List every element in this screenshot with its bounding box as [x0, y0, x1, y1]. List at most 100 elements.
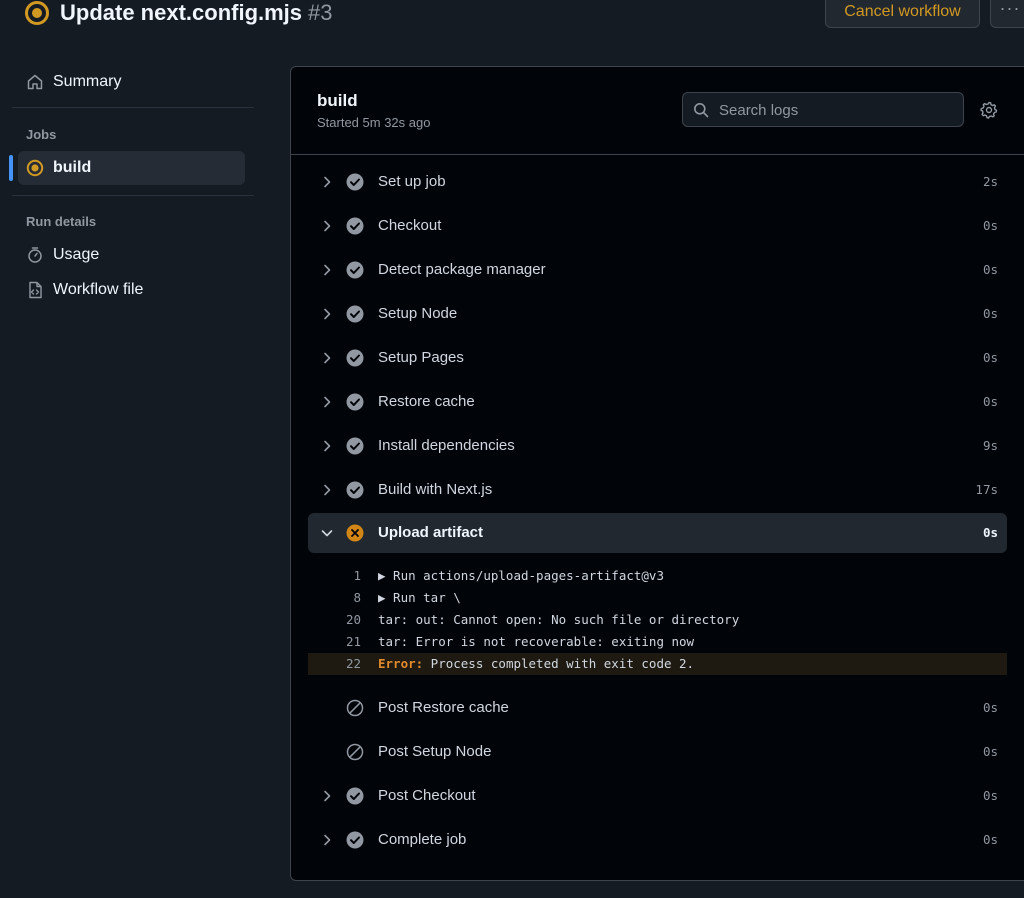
check-circle-icon	[346, 481, 364, 499]
check-circle-icon	[346, 831, 364, 849]
sidebar-divider	[12, 195, 254, 196]
log-line-text: ▶ Run actions/upload-pages-artifact@v3	[378, 568, 664, 583]
sidebar-item-summary[interactable]: Summary	[18, 65, 245, 99]
step-set-up-job[interactable]: Set up job 2s	[308, 162, 1007, 202]
step-label: Checkout	[378, 217, 442, 234]
sidebar-item-label: Workflow file	[53, 281, 144, 298]
step-duration: 0s	[982, 218, 998, 233]
in-progress-icon	[25, 1, 49, 25]
sidebar-item-label: Usage	[53, 246, 100, 263]
check-circle-icon	[346, 173, 364, 191]
home-icon	[27, 74, 43, 90]
run-details-heading: Run details	[26, 214, 97, 229]
skipped-icon	[346, 699, 364, 717]
step-label: Post Restore cache	[378, 699, 509, 716]
chevron-down-icon	[321, 530, 333, 537]
page-title: Update next.config.mjs #3	[60, 0, 333, 25]
step-label: Set up job	[378, 173, 446, 190]
sidebar-item-usage[interactable]: Usage	[18, 238, 245, 272]
job-started-time: Started 5m 32s ago	[317, 115, 431, 130]
job-header: build Started 5m 32s ago	[291, 67, 1024, 155]
job-title: build	[317, 91, 358, 110]
log-line: 21 tar: Error is not recoverable: exitin…	[308, 631, 1007, 653]
step-duration: 0s	[982, 306, 998, 321]
skipped-icon	[346, 743, 364, 761]
step-label: Setup Pages	[378, 349, 464, 366]
check-circle-icon	[346, 305, 364, 323]
cancel-workflow-button[interactable]: Cancel workflow	[825, 0, 980, 28]
log-line-text: ▶ Run tar \	[378, 590, 461, 605]
step-label: Install dependencies	[378, 437, 515, 454]
chevron-right-icon	[324, 484, 331, 496]
sidebar-item-build[interactable]: build	[18, 151, 245, 185]
check-circle-icon	[346, 787, 364, 805]
step-complete-job[interactable]: Complete job 0s	[308, 820, 1007, 860]
file-code-icon	[29, 281, 42, 299]
check-circle-icon	[346, 261, 364, 279]
chevron-right-icon	[324, 308, 331, 320]
step-duration: 0s	[982, 394, 998, 409]
step-label: Restore cache	[378, 393, 475, 410]
step-label: Upload artifact	[378, 524, 484, 541]
chevron-right-icon	[324, 176, 331, 188]
sidebar-item-workflow-file[interactable]: Workflow file	[18, 273, 245, 307]
log-line-error: 22 Error: Process completed with exit co…	[308, 653, 1007, 675]
chevron-right-icon	[324, 834, 331, 846]
step-duration: 0s	[982, 700, 998, 715]
step-label: Build with Next.js	[378, 481, 493, 498]
step-duration: 9s	[982, 438, 998, 453]
search-logs-input[interactable]	[717, 93, 961, 128]
step-post-setup-node[interactable]: Post Setup Node 0s	[308, 732, 1007, 772]
step-duration: 0s	[982, 832, 998, 847]
log-line-number: 22	[345, 656, 361, 671]
active-indicator	[9, 155, 13, 181]
failure-icon	[346, 524, 364, 542]
step-label: Detect package manager	[378, 261, 546, 278]
step-install-dependencies[interactable]: Install dependencies 9s	[308, 426, 1007, 466]
step-label: Setup Node	[378, 305, 458, 322]
chevron-right-icon	[324, 220, 331, 232]
step-post-checkout[interactable]: Post Checkout 0s	[308, 776, 1007, 816]
step-duration: 0s	[982, 262, 998, 277]
step-label: Post Setup Node	[378, 743, 492, 760]
step-label: Complete job	[378, 831, 467, 848]
step-restore-cache[interactable]: Restore cache 0s	[308, 382, 1007, 422]
step-duration: 17s	[975, 482, 998, 497]
log-line-text: Error: Process completed with exit code …	[378, 656, 695, 671]
chevron-right-icon	[324, 396, 331, 408]
chevron-right-icon	[324, 440, 331, 452]
step-duration: 2s	[982, 174, 998, 189]
step-checkout[interactable]: Checkout 0s	[308, 206, 1007, 246]
error-keyword: Error:	[378, 656, 424, 671]
step-duration: 0s	[982, 788, 998, 803]
step-build-with-nextjs[interactable]: Build with Next.js 17s	[308, 470, 1007, 510]
step-duration: 0s	[982, 350, 998, 365]
log-line-number: 1	[353, 568, 361, 583]
chevron-right-icon	[324, 264, 331, 276]
gear-icon[interactable]	[980, 101, 998, 119]
check-circle-icon	[346, 349, 364, 367]
step-post-restore-cache[interactable]: Post Restore cache 0s	[308, 688, 1007, 728]
step-detect-package-manager[interactable]: Detect package manager 0s	[308, 250, 1007, 290]
log-line-text: tar: out: Cannot open: No such file or d…	[378, 612, 740, 627]
in-progress-icon	[26, 159, 44, 177]
log-line[interactable]: 8 ▶ Run tar \	[308, 587, 1007, 609]
more-options-button[interactable]: ···	[990, 0, 1024, 28]
log-line[interactable]: 1 ▶ Run actions/upload-pages-artifact@v3	[308, 565, 1007, 587]
search-logs-box[interactable]	[682, 92, 964, 128]
log-line-number: 21	[345, 634, 361, 649]
check-circle-icon	[346, 437, 364, 455]
step-upload-artifact[interactable]: Upload artifact 0s	[308, 513, 1007, 553]
step-duration: 0s	[982, 744, 998, 759]
step-setup-pages[interactable]: Setup Pages 0s	[308, 338, 1007, 378]
sidebar-item-label: Summary	[53, 73, 122, 90]
run-number: #3	[308, 0, 333, 25]
check-circle-icon	[346, 217, 364, 235]
step-setup-node[interactable]: Setup Node 0s	[308, 294, 1007, 334]
page-header: Update next.config.mjs #3 Cancel workflow…	[0, 0, 1024, 30]
jobs-heading: Jobs	[26, 127, 57, 142]
job-log-panel: build Started 5m 32s ago Set up job 2s C…	[290, 66, 1024, 881]
sidebar-item-label: build	[53, 159, 92, 176]
step-duration: 0s	[982, 525, 998, 540]
chevron-right-icon	[324, 790, 331, 802]
